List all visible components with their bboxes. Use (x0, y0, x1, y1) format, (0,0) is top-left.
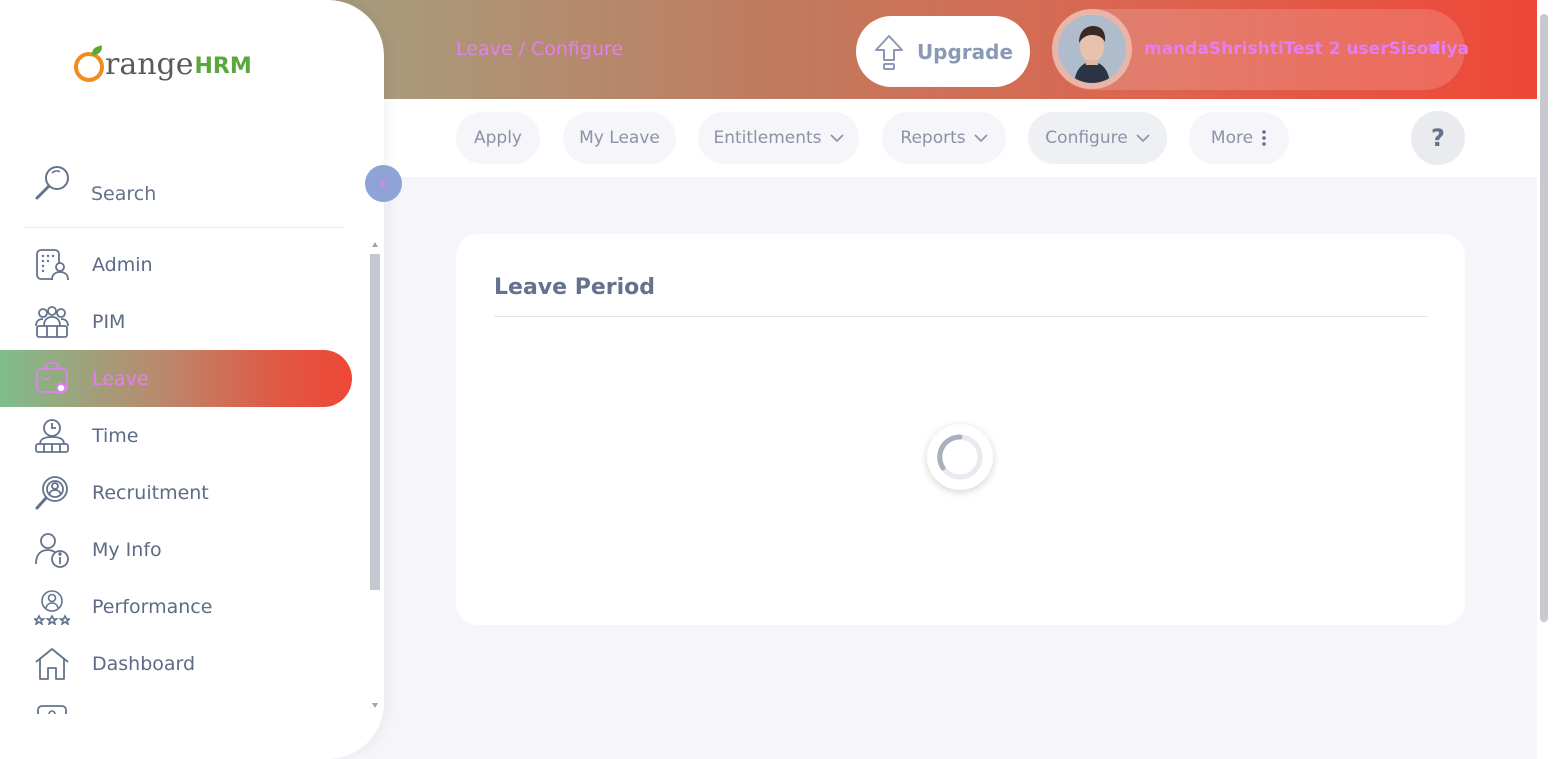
sidebar-item-admin[interactable]: Admin (0, 236, 352, 293)
sidebar-search[interactable] (24, 162, 344, 228)
tab-entitlements[interactable]: Entitlements (698, 112, 859, 164)
time-icon (34, 418, 70, 454)
tab-label: Reports (900, 128, 966, 148)
performance-icon (34, 589, 70, 625)
logo-suffix: HRM (194, 54, 252, 79)
sidebar-item-leave[interactable]: Leave (0, 350, 352, 407)
tab-label: Entitlements (713, 128, 822, 148)
upgrade-label: Upgrade (916, 39, 1014, 64)
tab-reports[interactable]: Reports (882, 112, 1006, 164)
tab-apply[interactable]: Apply (456, 112, 540, 164)
sidebar-item-label: PIM (92, 310, 126, 333)
avatar[interactable] (1052, 9, 1132, 89)
sidebar-item-dashboard[interactable]: Dashboard (0, 635, 352, 692)
scrollbar-thumb[interactable] (1540, 14, 1548, 622)
caret-down-icon[interactable] (1428, 44, 1440, 52)
directory-icon (37, 705, 67, 714)
tab-label: More (1210, 128, 1254, 148)
search-input[interactable] (91, 179, 331, 209)
sidebar-item-label: Recruitment (92, 481, 209, 504)
pim-icon (34, 304, 70, 340)
recruitment-icon (34, 475, 70, 511)
admin-icon (34, 247, 70, 283)
sidebar-item-label: Admin (92, 253, 153, 276)
sidebar-item-pim[interactable]: PIM (0, 293, 352, 350)
sidebar-item-time[interactable]: Time (0, 407, 352, 464)
sidebar-item-label: Performance (92, 595, 213, 618)
help-button[interactable]: ? (1411, 111, 1465, 165)
sidebar-item-label: My Info (92, 538, 162, 561)
orange-logo-icon (74, 45, 104, 82)
orangehrm-logo[interactable]: range HRM (74, 45, 252, 82)
page-title: Leave Period (494, 275, 656, 300)
divider (494, 316, 1428, 317)
scroll-up-arrow-icon[interactable] (372, 242, 378, 247)
collapse-sidebar-button[interactable] (365, 165, 402, 202)
loading-spinner (927, 424, 993, 490)
logo-text: range (105, 47, 194, 82)
dashboard-icon (34, 646, 70, 682)
sidebar-item-recruitment[interactable]: Recruitment (0, 464, 352, 521)
sidebar-item-label: Leave (92, 367, 149, 390)
tab-configure[interactable]: Configure (1028, 112, 1167, 164)
sidebar-item-label: Dashboard (92, 652, 196, 675)
sidebar-item-my-info[interactable]: My Info (0, 521, 352, 578)
chevron-down-icon (829, 133, 844, 142)
spinner-icon (937, 434, 983, 480)
sidebar-item-performance[interactable]: Performance (0, 578, 352, 635)
sidebar-item-partial[interactable] (0, 692, 352, 714)
leave-icon (34, 361, 70, 397)
chevron-left-icon (379, 177, 387, 190)
upload-arrow-icon (874, 34, 903, 70)
scroll-down-arrow-icon[interactable] (372, 703, 378, 708)
page-scrollbar[interactable] (1537, 0, 1554, 759)
sidebar-scrollbar[interactable] (367, 238, 383, 714)
tab-more[interactable]: More (1189, 112, 1289, 164)
tab-my-leave[interactable]: My Leave (563, 112, 676, 164)
more-vertical-icon (1262, 130, 1266, 146)
sidebar-item-label: Time (92, 424, 139, 447)
search-icon (35, 166, 69, 200)
tab-label: My Leave (579, 128, 660, 148)
scrollbar-thumb[interactable] (370, 254, 380, 590)
tab-label: Apply (474, 128, 522, 148)
user-name[interactable]: mandaShrishtiTest 2 userSisodiya (1144, 39, 1469, 59)
tab-label: Configure (1045, 128, 1128, 148)
upgrade-button[interactable]: Upgrade (856, 16, 1030, 87)
user-photo (1058, 15, 1126, 83)
my-info-icon (34, 532, 70, 568)
breadcrumb: Leave / Configure (456, 38, 624, 60)
chevron-down-icon (1136, 133, 1150, 142)
chevron-down-icon (974, 133, 988, 142)
